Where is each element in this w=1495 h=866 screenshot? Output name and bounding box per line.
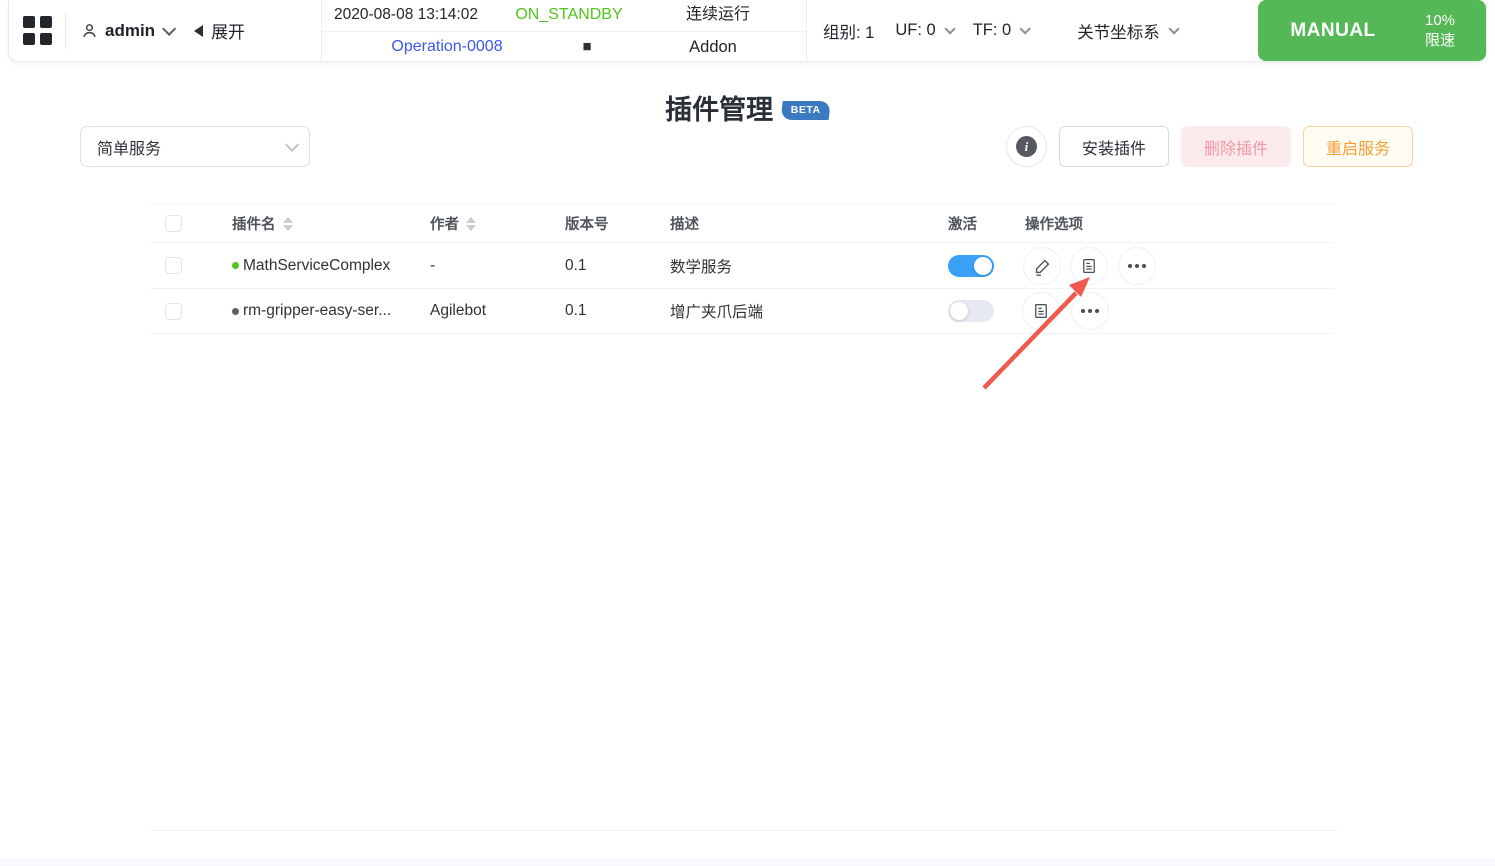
divider (65, 12, 66, 49)
user-icon (83, 24, 96, 38)
row-checkbox[interactable] (165, 302, 182, 320)
active-toggle[interactable] (948, 254, 994, 277)
sort-control[interactable] (282, 216, 293, 231)
sort-caret-down-icon (466, 224, 476, 231)
footer-strip (0, 858, 1495, 866)
plugin-author: Agilebot (430, 302, 487, 319)
plugin-name: rm-gripper-easy-ser... (243, 302, 392, 319)
restart-service-button[interactable]: 重启服务 (1302, 126, 1413, 167)
addon-label: Addon (689, 38, 737, 56)
detail-button[interactable] (1070, 247, 1108, 285)
user-menu[interactable]: admin (81, 20, 177, 41)
more-icon (1081, 309, 1099, 313)
edit-button[interactable] (1023, 247, 1061, 285)
chevron-down-icon (944, 22, 956, 35)
col-header-version: 版本号 (565, 217, 609, 233)
active-toggle[interactable] (948, 300, 994, 322)
select-all-checkbox[interactable] (165, 215, 182, 232)
manual-mode-indicator[interactable]: MANUAL 10% 限速 (1258, 0, 1486, 61)
detail-icon (1035, 303, 1047, 319)
status-dot-icon (232, 262, 239, 269)
plugin-author: - (430, 256, 436, 274)
speed-value: 10% (1424, 11, 1456, 29)
col-header-active: 激活 (948, 217, 977, 233)
chevron-down-icon (1168, 22, 1180, 35)
action-buttons: i 安装插件 删除插件 重启服务 (1005, 126, 1413, 167)
stop-icon[interactable]: ■ (572, 32, 602, 62)
more-button[interactable] (1071, 292, 1109, 330)
sort-control[interactable] (466, 216, 476, 231)
row-checkbox[interactable] (165, 257, 182, 274)
uf-selector[interactable]: UF: 0 (895, 21, 956, 40)
timestamp: 2020-08-08 13:14:02 (334, 6, 478, 23)
operation-link[interactable]: Operation-0008 (352, 32, 542, 62)
edit-icon (1035, 259, 1049, 276)
triangle-left-icon (194, 24, 204, 37)
plugin-name: MathServiceComplex (243, 256, 391, 274)
apps-grid-button[interactable] (9, 16, 65, 45)
plugin-description: 增广夹爪后端 (670, 304, 764, 321)
info-button[interactable]: i (1005, 126, 1047, 167)
tf-label: TF: 0 (972, 21, 1012, 39)
speed-label: 限速 (1424, 31, 1455, 49)
chevron-down-icon (162, 21, 177, 36)
collapse-label: 展开 (211, 23, 246, 42)
info-icon: i (1015, 136, 1037, 157)
plugin-table: 插件名 作者 版本号 描述 激活 操作选项 MathServiceComplex… (150, 204, 1335, 334)
tf-selector[interactable]: TF: 0 (972, 21, 1031, 40)
run-mode: 连续运行 (685, 6, 750, 23)
plugin-version: 0.1 (565, 302, 587, 319)
service-type-value: 简单服务 (97, 140, 162, 158)
mode-label: MANUAL (1290, 19, 1376, 41)
col-header-name: 插件名 (232, 217, 276, 233)
topbar: admin 展开 2020-08-08 13:14:02 ON_STANDBY … (8, 0, 1487, 62)
grid-icon (22, 16, 52, 45)
page-title-row: 插件管理 BETA (0, 88, 1495, 127)
toggle-knob (974, 256, 992, 275)
uf-label: UF: 0 (895, 21, 936, 39)
detail-icon (1083, 258, 1095, 274)
col-header-description: 描述 (670, 217, 699, 233)
robot-state: ON_STANDBY (515, 6, 623, 23)
status-panel: 2020-08-08 13:14:02 ON_STANDBY 连续运行 Oper… (321, 0, 807, 61)
coordinate-label: 关节坐标系 (1077, 23, 1160, 42)
detail-button[interactable] (1022, 292, 1060, 330)
topbar-left: admin 展开 (9, 0, 321, 61)
sort-caret-up-icon (282, 216, 293, 223)
table-row: MathServiceComplex - 0.1 数学服务 (150, 243, 1335, 289)
chevron-down-icon (1019, 22, 1031, 35)
beta-badge: BETA (780, 101, 831, 120)
toggle-knob (950, 302, 968, 320)
col-header-author: 作者 (430, 217, 459, 233)
group-label: 组别: 1 (823, 23, 875, 42)
collapse-toggle[interactable]: 展开 (194, 18, 245, 43)
plugin-version: 0.1 (565, 256, 587, 274)
group-selector: 组别: 1 (823, 19, 874, 43)
page-title: 插件管理 (665, 95, 774, 125)
user-name: admin (105, 20, 156, 40)
delete-plugin-button[interactable]: 删除插件 (1180, 126, 1291, 167)
service-type-select[interactable]: 简单服务 (80, 126, 310, 167)
app-root: admin 展开 2020-08-08 13:14:02 ON_STANDBY … (0, 0, 1495, 866)
more-icon (1128, 264, 1146, 268)
divider (150, 830, 1337, 831)
col-header-actions: 操作选项 (1025, 217, 1083, 233)
sort-caret-up-icon (466, 216, 476, 223)
chevron-down-icon (285, 137, 300, 152)
table-row: rm-gripper-easy-ser... Agilebot 0.1 增广夹爪… (150, 289, 1335, 334)
plugin-description: 数学服务 (670, 258, 733, 276)
table-header-row: 插件名 作者 版本号 描述 激活 操作选项 (150, 204, 1335, 243)
sort-caret-down-icon (282, 224, 293, 231)
status-dot-icon (232, 307, 239, 315)
speed-limit: 10% 限速 (1408, 11, 1486, 51)
beta-badge-label: BETA (790, 104, 821, 116)
coordinate-selector[interactable]: 关节坐标系 (1077, 19, 1180, 43)
robot-settings: 组别: 1 UF: 0 TF: 0 关节坐标系 (807, 0, 1258, 61)
install-plugin-button[interactable]: 安装插件 (1058, 126, 1169, 167)
more-button[interactable] (1118, 247, 1156, 285)
